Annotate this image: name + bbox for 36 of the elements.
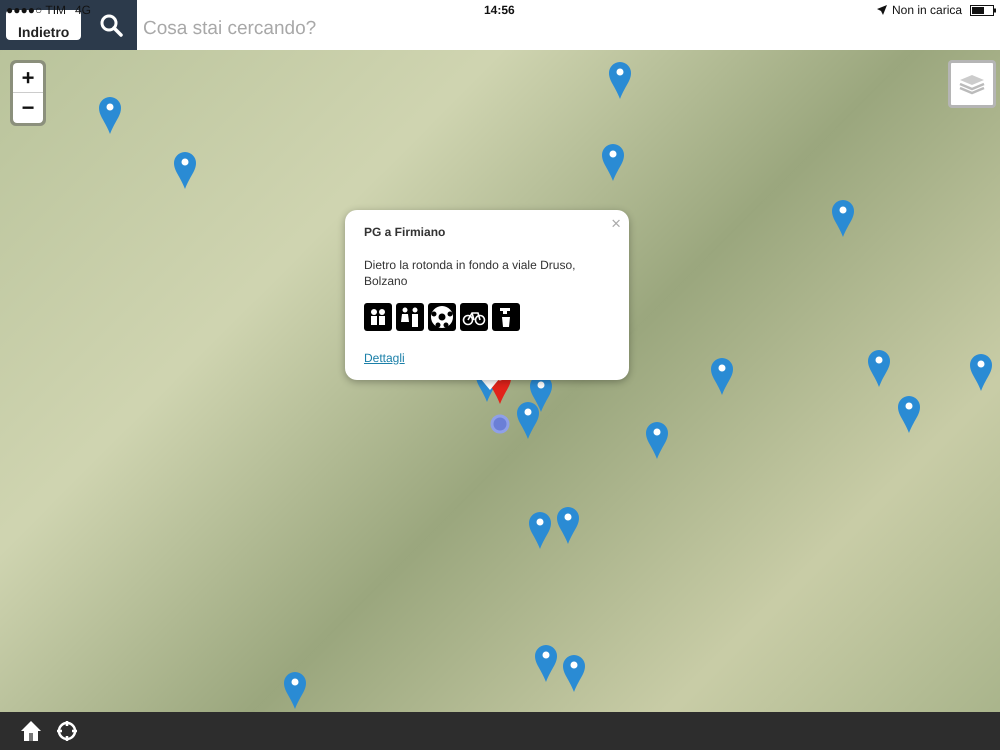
map-pin-icon[interactable] xyxy=(968,352,994,392)
map-pin-icon[interactable] xyxy=(515,400,541,440)
charging-status: Non in carica xyxy=(892,3,962,17)
amenity-icon xyxy=(396,303,424,331)
amenity-icon xyxy=(460,303,488,331)
battery-icon xyxy=(970,5,997,16)
amenity-icon xyxy=(428,303,456,331)
map-pin-icon[interactable] xyxy=(600,142,626,182)
map-pin-icon[interactable] xyxy=(644,420,670,460)
location-dot-icon xyxy=(490,414,510,434)
map-pin-icon[interactable] xyxy=(555,505,581,545)
map-pin-icon[interactable] xyxy=(607,60,633,100)
location-arrow-icon xyxy=(877,5,887,15)
map-pin-icon[interactable] xyxy=(282,670,308,710)
place-address: Dietro la rotonda in fondo a viale Druso, Bolzano xyxy=(364,257,576,289)
details-link[interactable]: Dettagli xyxy=(364,351,405,365)
map-pin-icon[interactable] xyxy=(561,653,587,693)
map-pin-icon[interactable] xyxy=(830,198,856,238)
map-pin-icon[interactable] xyxy=(709,356,735,396)
map-pin-icon[interactable] xyxy=(97,95,123,135)
layers-button[interactable] xyxy=(948,60,996,108)
zoom-out-button[interactable]: − xyxy=(13,93,43,123)
amenity-icon xyxy=(492,303,520,331)
place-title: PG a Firmiano xyxy=(364,225,446,239)
search-icon[interactable] xyxy=(99,13,124,37)
map-pin-icon[interactable] xyxy=(527,510,553,550)
home-icon[interactable] xyxy=(20,720,42,742)
map-background[interactable]: + − × PG a Firmiano Dietro la rotonda in fondo a viale Druso, Bolzano Dettagli xyxy=(0,50,1000,712)
crosshair-icon[interactable] xyxy=(56,720,78,742)
amenity-icon xyxy=(364,303,392,331)
map-pin-icon[interactable] xyxy=(896,394,922,434)
clock: 14:56 xyxy=(484,3,515,17)
map-pin-icon[interactable] xyxy=(172,150,198,190)
zoom-in-button[interactable]: + xyxy=(13,63,43,93)
map-pin-icon[interactable] xyxy=(533,643,559,683)
map-pin-icon[interactable] xyxy=(866,348,892,388)
